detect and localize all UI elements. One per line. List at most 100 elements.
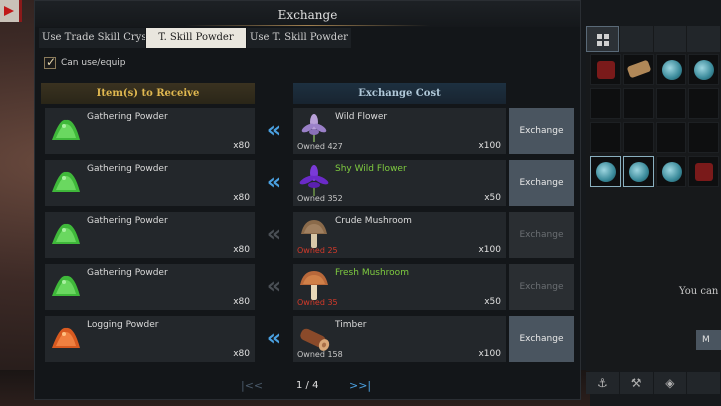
pagination: |<< 1 / 4 >>| [35, 377, 582, 395]
cost-item-card[interactable]: Wild Flower Owned 427 x100 [293, 108, 506, 154]
owned-count: Owned 352 [297, 194, 343, 203]
receive-item-quantity: x80 [233, 297, 250, 307]
exchange-button[interactable]: Exchange [509, 212, 574, 258]
exchange-button[interactable]: Exchange [509, 160, 574, 206]
can-use-equip-filter[interactable]: Can use/equip [44, 55, 126, 70]
cost-item-quantity: x100 [478, 245, 501, 255]
owned-count: Owned 158 [297, 350, 343, 359]
exchange-button[interactable]: Exchange [509, 264, 574, 310]
receive-item-card[interactable]: Gathering Powder x80 [45, 264, 255, 310]
green-powder-icon [52, 171, 80, 192]
receive-item-name: Gathering Powder [87, 164, 168, 174]
cost-item-name: Timber [335, 320, 367, 330]
tab-use-trade-skill-powder[interactable]: Use T. Skill Powder [247, 28, 351, 48]
receive-item-name: Gathering Powder [87, 112, 168, 122]
inventory-tab-misc[interactable] [687, 26, 721, 52]
can-use-equip-checkbox[interactable] [44, 55, 56, 69]
exchange-row: Logging Powder x80 « Timber Owned 158 x1… [35, 316, 582, 362]
receive-item-quantity: x80 [233, 245, 250, 255]
receive-item-card[interactable]: Gathering Powder x80 [45, 108, 255, 154]
receive-item-name: Gathering Powder [87, 216, 168, 226]
inventory-slot[interactable] [688, 156, 719, 187]
orb-icon [596, 162, 616, 182]
receive-item-card[interactable]: Gathering Powder x80 [45, 160, 255, 206]
hammer-icon[interactable]: ⚒ [619, 372, 653, 394]
orb-icon [661, 60, 682, 80]
gem-icon[interactable]: ◈ [653, 372, 687, 394]
orb-icon [694, 60, 715, 80]
inventory-panel: You can M [586, 26, 721, 371]
scroll-icon [626, 59, 652, 79]
cost-item-quantity: x100 [478, 141, 501, 151]
item-icon [597, 61, 615, 79]
first-page-icon[interactable]: |<< [241, 377, 263, 395]
anchor-icon[interactable]: ⚓ [586, 372, 619, 394]
cost-item-card[interactable]: Fresh Mushroom Owned 35 x50 [293, 264, 506, 310]
receive-column-header: Item(s) to Receive [41, 83, 255, 104]
inventory-tab-all[interactable] [586, 26, 619, 52]
exchange-window: Exchange Use Trade Skill Crys T. Skill P… [34, 0, 581, 400]
cost-item-name: Fresh Mushroom [335, 268, 409, 278]
cost-item-name: Wild Flower [335, 112, 388, 122]
inventory-slot[interactable] [590, 88, 621, 119]
inventory-footer: ⚓ ⚒ ◈ [586, 372, 721, 394]
exchange-row: Gathering Powder x80 « Crude Mushroom Ow… [35, 212, 582, 258]
can-use-equip-label: Can use/equip [61, 58, 126, 68]
inventory-tab-bar [586, 26, 721, 52]
grid-icon [597, 34, 609, 46]
window-title: Exchange [35, 1, 580, 27]
inventory-slot[interactable] [655, 54, 687, 85]
double-chevron-left-icon: « [266, 170, 282, 195]
double-chevron-left-icon: « [266, 274, 282, 299]
inventory-slot[interactable] [688, 54, 719, 85]
inventory-grid [590, 54, 721, 190]
background-corner [0, 0, 22, 22]
inventory-slot[interactable] [688, 88, 719, 119]
inventory-slot[interactable] [655, 156, 687, 187]
cost-column-header: Exchange Cost [293, 83, 506, 104]
inventory-button[interactable]: M [696, 330, 721, 350]
inventory-slot[interactable] [622, 156, 654, 187]
title-divider [185, 25, 430, 26]
inventory-tab-equipment[interactable] [619, 26, 653, 52]
exchange-row: Gathering Powder x80 « Shy Wild Flower O… [35, 160, 582, 206]
receive-item-name: Gathering Powder [87, 268, 168, 278]
cost-item-card[interactable]: Shy Wild Flower Owned 352 x50 [293, 160, 506, 206]
inventory-slot[interactable] [688, 122, 719, 153]
owned-count: Owned 35 [297, 298, 338, 307]
inventory-slot[interactable] [655, 88, 687, 119]
inventory-slot[interactable] [590, 122, 621, 153]
owned-count: Owned 427 [297, 142, 343, 151]
receive-item-quantity: x80 [233, 141, 250, 151]
green-powder-icon [52, 223, 80, 244]
exchange-button[interactable]: Exchange [509, 108, 574, 154]
inventory-slot[interactable] [622, 54, 654, 85]
receive-item-card[interactable]: Logging Powder x80 [45, 316, 255, 362]
double-chevron-left-icon: « [266, 222, 282, 247]
receive-item-card[interactable]: Gathering Powder x80 [45, 212, 255, 258]
orange-powder-icon [52, 327, 80, 348]
inventory-message: You can [679, 286, 719, 297]
inventory-slot[interactable] [590, 54, 621, 85]
cost-item-card[interactable]: Crude Mushroom Owned 25 x100 [293, 212, 506, 258]
inventory-slot[interactable] [590, 156, 621, 187]
inventory-tab-materials[interactable] [653, 26, 687, 52]
next-page-icon[interactable]: >>| [349, 377, 371, 395]
inventory-slot[interactable] [622, 122, 654, 153]
orb-icon [628, 162, 649, 182]
double-chevron-left-icon: « [266, 118, 282, 143]
cost-item-name: Shy Wild Flower [335, 164, 407, 174]
cost-item-card[interactable]: Timber Owned 158 x100 [293, 316, 506, 362]
exchange-row: Gathering Powder x80 « Fresh Mushroom Ow… [35, 264, 582, 310]
exchange-button[interactable]: Exchange [509, 316, 574, 362]
receive-item-quantity: x80 [233, 349, 250, 359]
inventory-slot[interactable] [622, 88, 654, 119]
tab-use-trade-skill-crystal[interactable]: Use Trade Skill Crys [39, 28, 145, 48]
cost-item-quantity: x50 [484, 193, 501, 203]
item-icon [695, 163, 714, 181]
more-icon[interactable] [687, 372, 720, 394]
cost-item-name: Crude Mushroom [335, 216, 412, 226]
inventory-slot[interactable] [655, 122, 687, 153]
double-chevron-left-icon: « [266, 326, 282, 351]
tab-trade-skill-powder[interactable]: T. Skill Powder [146, 28, 246, 48]
